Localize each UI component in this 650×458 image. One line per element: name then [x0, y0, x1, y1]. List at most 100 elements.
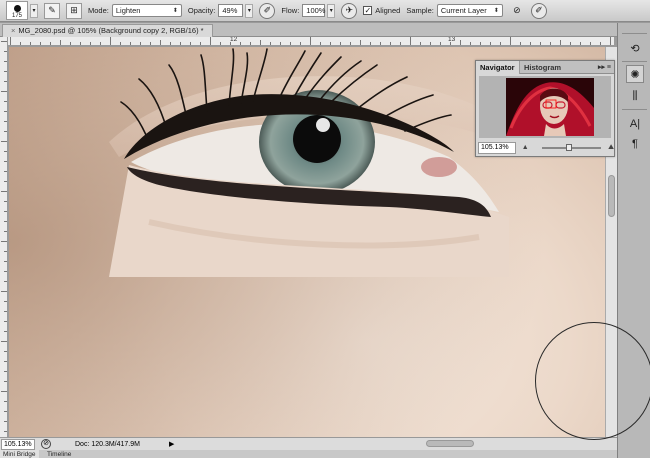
- panel-menu-icon[interactable]: ▸▸ ≡: [598, 63, 611, 71]
- ruler-left: [0, 37, 8, 437]
- mode-group: Mode: Lighten ⬍: [88, 4, 182, 17]
- ruler-tick: [550, 42, 551, 45]
- status-zoom-field[interactable]: 105.13%: [1, 438, 35, 450]
- ruler-tick: [4, 201, 7, 202]
- horizontal-scrollbar[interactable]: [188, 440, 612, 448]
- mode-value: Lighten: [115, 6, 141, 15]
- document-tab[interactable]: × MG_2080.psd @ 105% (Background copy 2, …: [2, 24, 213, 37]
- document-title: MG_2080.psd @ 105% (Background copy 2, R…: [18, 26, 204, 35]
- ruler-tick: [4, 351, 7, 352]
- ruler-tick: [4, 251, 7, 252]
- character-icon: A|: [629, 118, 641, 130]
- ruler-tick: [4, 101, 7, 102]
- close-icon[interactable]: ×: [11, 26, 15, 35]
- zoom-in-icon[interactable]: ⛰: [608, 144, 614, 152]
- slider-knob[interactable]: [565, 143, 572, 151]
- ruler-tick: [110, 37, 111, 45]
- ruler-tick: [190, 42, 191, 45]
- ruler-tick: [520, 42, 521, 45]
- ruler-tick: [160, 40, 161, 45]
- ruler-tick: [400, 42, 401, 45]
- character-panel-button[interactable]: A|: [626, 115, 644, 133]
- ruler-tick: [1, 191, 7, 192]
- ruler-tick: [70, 42, 71, 45]
- brush-settings-icon: ✺: [630, 68, 640, 81]
- paragraph-panel-button[interactable]: ¶: [626, 135, 644, 153]
- toggle-clone-source-button[interactable]: ⊞: [66, 2, 82, 19]
- horizontal-scrollbar-thumb[interactable]: [426, 440, 474, 447]
- ruler-top: 12 13: [8, 37, 614, 46]
- ruler-tick: [4, 61, 7, 62]
- brush-presets-icon: ⫼: [632, 89, 638, 102]
- pressure-icon: ✐: [263, 5, 272, 15]
- brush-presets-button[interactable]: ⫼: [626, 87, 644, 105]
- tab-histogram[interactable]: Histogram: [520, 61, 565, 74]
- ruler-tick: [340, 42, 341, 45]
- zoom-out-icon[interactable]: ▲: [522, 144, 529, 151]
- sample-value: Current Layer: [440, 6, 487, 15]
- ruler-tick: [4, 431, 7, 432]
- ignore-adjustment-layers-button[interactable]: ⊘: [509, 3, 525, 19]
- ruler-tick: [4, 381, 7, 382]
- ruler-tick: [20, 42, 21, 45]
- flow-field[interactable]: 100%: [302, 4, 325, 17]
- navigator-zoom-slider[interactable]: [537, 142, 606, 154]
- brush-preset-arrow[interactable]: ▾: [30, 3, 38, 18]
- ruler-tick: [380, 42, 381, 45]
- opacity-slider-arrow[interactable]: ▾: [245, 3, 254, 18]
- brush-size-label: 175: [11, 13, 22, 19]
- ruler-tick: [4, 421, 7, 422]
- tab-mini-bridge[interactable]: Mini Bridge: [0, 450, 39, 458]
- status-menu-arrow-icon[interactable]: ▶: [169, 440, 174, 448]
- ruler-tick: [1, 291, 7, 292]
- document-info: Doc: 120.3M/417.9M: [75, 440, 140, 448]
- ruler-tick: [4, 361, 7, 362]
- navigator-panel: Navigator Histogram ▸▸ ≡ 105.13% ▲ ⛰: [475, 60, 615, 157]
- ruler-tick: [4, 51, 7, 52]
- ruler-tick: [320, 42, 321, 45]
- status-info-icon[interactable]: ⊘: [41, 439, 51, 449]
- ruler-number: 13: [448, 37, 456, 43]
- ruler-tick: [570, 42, 571, 45]
- ruler-tick: [4, 211, 7, 212]
- flow-value: 100%: [306, 6, 326, 15]
- options-bar: 175 ▾ ✎ ⊞ Mode: Lighten ⬍ Opacity: 49% ▾…: [0, 0, 650, 22]
- ruler-tick: [580, 42, 581, 45]
- navigator-zoom-field[interactable]: 105.13%: [478, 141, 516, 154]
- ruler-tick: [220, 42, 221, 45]
- pressure-size-button[interactable]: ✐: [530, 2, 547, 19]
- sample-dropdown[interactable]: Current Layer ⬍: [436, 4, 503, 17]
- ruler-tick: [200, 42, 201, 45]
- airbrush-button[interactable]: ✈: [341, 2, 358, 19]
- flow-slider-arrow[interactable]: ▾: [327, 3, 336, 18]
- ruler-tick: [4, 401, 7, 402]
- brush-preset-picker[interactable]: 175: [6, 1, 28, 20]
- opacity-field[interactable]: 49%: [218, 4, 244, 17]
- ruler-tick: [540, 42, 541, 45]
- mode-dropdown[interactable]: Lighten ⬍: [111, 4, 182, 17]
- dock-divider: [622, 109, 647, 110]
- tab-navigator[interactable]: Navigator: [476, 61, 520, 74]
- sample-label: Sample:: [406, 6, 434, 15]
- ruler-tick: [4, 131, 7, 132]
- ruler-tick: [80, 42, 81, 45]
- history-brush-button[interactable]: ⟲: [626, 39, 644, 57]
- ruler-tick: [140, 42, 141, 45]
- ruler-tick: [370, 42, 371, 45]
- paragraph-icon: ¶: [632, 138, 638, 150]
- pressure-opacity-button[interactable]: ✐: [259, 2, 276, 19]
- aligned-checkbox[interactable]: ✓: [363, 6, 373, 15]
- brush-settings-button[interactable]: ✺: [626, 65, 644, 83]
- navigator-thumbnail[interactable]: [506, 78, 594, 136]
- tab-timeline[interactable]: Timeline: [44, 450, 74, 458]
- toggle-brush-panel-button[interactable]: ✎: [44, 2, 60, 19]
- ruler-tick: [4, 311, 7, 312]
- brush-cursor-circle: [535, 322, 650, 440]
- mode-label: Mode:: [88, 6, 109, 15]
- vertical-scrollbar-thumb[interactable]: [608, 175, 615, 217]
- ruler-tick: [50, 42, 51, 45]
- aligned-group: ✓ Aligned: [363, 6, 400, 15]
- ruler-tick: [280, 42, 281, 45]
- ruler-tick: [360, 40, 361, 45]
- aligned-label: Aligned: [375, 6, 401, 15]
